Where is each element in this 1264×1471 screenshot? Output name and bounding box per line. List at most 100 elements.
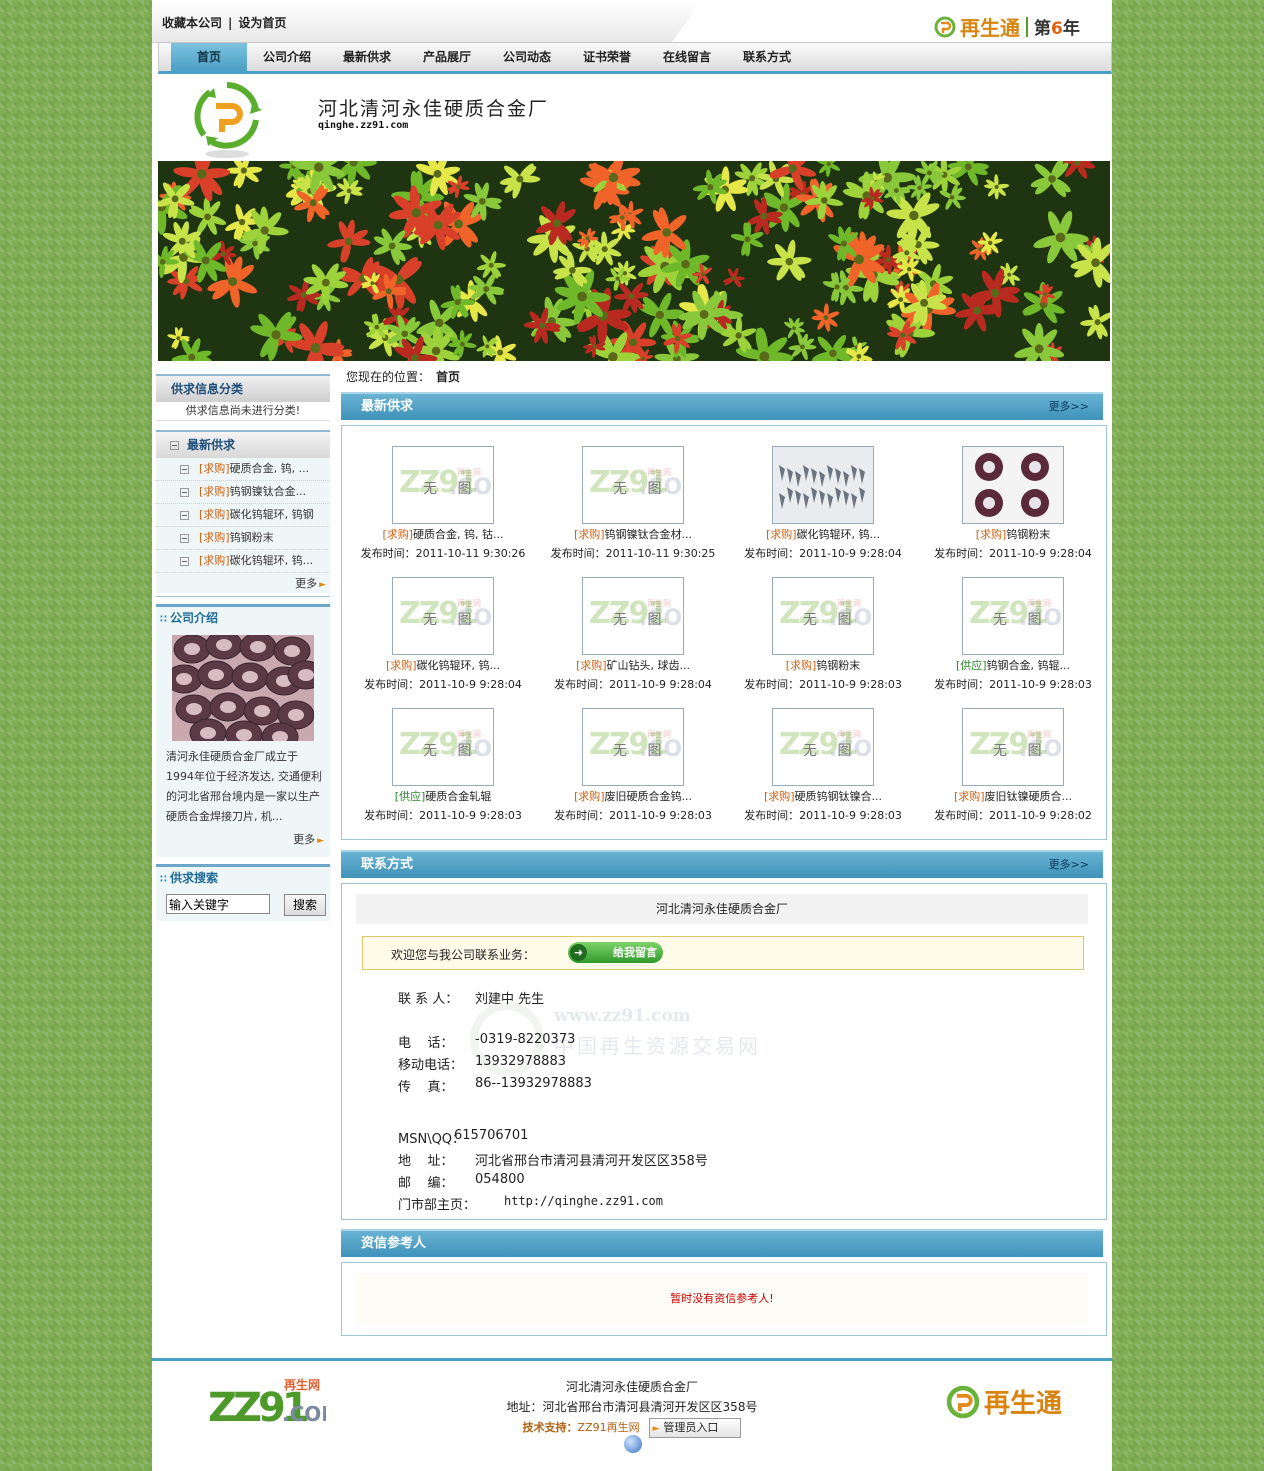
product-title[interactable]: [求购]钨钢镍钛合金材... (538, 526, 728, 542)
search-button[interactable]: 搜索 (284, 894, 326, 916)
latest-more-link[interactable]: 更多 ► (295, 577, 326, 590)
product-date: 发布时间：2011-10-9 9:28:03 (348, 807, 538, 823)
product-title[interactable]: [求购]钨钢粉末 (918, 526, 1108, 542)
item-tag: [求购] (199, 508, 230, 521)
brand-divider (1026, 16, 1028, 37)
top-bar: 收藏本公司 | 设为首页 再生通 第6年 (152, 0, 1112, 43)
contact-section-more[interactable]: 更多>> (1049, 852, 1089, 878)
zz91-watermark-small: 再生网 (647, 468, 671, 477)
intro-photo[interactable] (165, 630, 325, 752)
product-tag: [求购] (573, 790, 605, 803)
recycle-logo-icon (934, 16, 956, 37)
watermark-text: 中国再生资源交易网 (554, 1034, 761, 1058)
contact-section-title: 联系方式 (361, 857, 414, 872)
nav-item-4[interactable]: 公司动态 (487, 43, 567, 71)
contact-value[interactable]: http://qinghe.zz91.com (504, 1194, 663, 1208)
date-label: 发布时间： (364, 809, 420, 822)
product-title[interactable]: [供应]硬质合金轧辊 (348, 788, 538, 804)
product-thumbnail[interactable]: ZZ91.COM再生网无 图 (392, 446, 494, 524)
product-date: 发布时间：2011-10-9 9:28:03 (538, 807, 728, 823)
date-label: 发布时间： (934, 809, 990, 822)
intro-title: 公司介绍 (169, 611, 218, 625)
favorite-link[interactable]: 收藏本公司 (162, 16, 222, 30)
zz91-watermark-small: 再生网 (1027, 599, 1051, 608)
recycle-logo-icon (194, 82, 262, 158)
product-thumbnail[interactable]: ZZ91.COM再生网无 图 (772, 577, 874, 655)
product-thumbnail[interactable] (772, 446, 874, 524)
date-label: 发布时间： (360, 547, 416, 560)
date-label: 发布时间： (744, 547, 800, 560)
sidebar-latest-item[interactable]: [求购]钨钢镍钛合金... (156, 481, 330, 504)
product-card: ZZ91.COM再生网无 图 [求购]废旧硬质合金钨... 发布时间：2011-10… (538, 696, 728, 824)
product-title[interactable]: [求购]碳化钨辊环, 钨... (728, 526, 918, 542)
zz91-watermark-small: 再生网 (647, 730, 671, 739)
product-thumbnail[interactable]: ZZ91.COM再生网无 图 (582, 577, 684, 655)
company-url[interactable]: qinghe.zz91.com (318, 120, 408, 131)
intro-more-link[interactable]: 更多 ► (293, 833, 324, 846)
product-thumbnail[interactable]: ZZ91.COM再生网无 图 (392, 708, 494, 786)
sidebar-latest-item[interactable]: [求购]碳化钨辊环, 钨... (156, 550, 330, 573)
product-thumbnail[interactable] (962, 446, 1064, 524)
product-thumbnail[interactable]: ZZ91.COM再生网无 图 (582, 708, 684, 786)
leave-message-button[interactable]: ➜ 给我留言 (568, 942, 663, 963)
product-title[interactable]: [求购]碳化钨辊环, 钨... (348, 657, 538, 673)
nav-item-0[interactable]: 首页 (171, 43, 247, 71)
product-thumbnail[interactable]: ZZ91.COM再生网无 图 (582, 446, 684, 524)
product-thumbnail[interactable]: ZZ91.COM再生网无 图 (962, 577, 1064, 655)
product-thumbnail[interactable]: ZZ91.COM再生网无 图 (962, 708, 1064, 786)
product-title[interactable]: [供应]钨钢合金, 钨辊... (918, 657, 1108, 673)
footer-brand[interactable]: 再生通 (946, 1383, 1062, 1420)
brand-name[interactable]: 再生通 (960, 12, 1020, 41)
product-card: [求购]钨钢粉末 发布时间：2011-10-9 9:28:04 (918, 434, 1108, 562)
product-title[interactable]: [求购]废旧钛镍硬质合... (918, 788, 1108, 804)
product-title[interactable]: [求购]硬质钨钢钛镍合... (728, 788, 918, 804)
product-title-text: 矿山钻头, 球齿... (606, 659, 691, 672)
nav-item-2[interactable]: 最新供求 (327, 43, 407, 71)
product-thumbnail[interactable]: ZZ91.COM再生网无 图 (772, 708, 874, 786)
collapse-icon[interactable] (170, 441, 179, 450)
product-title-text: 钨钢镍钛合金材... (604, 528, 693, 541)
search-input[interactable] (166, 894, 270, 914)
bullet-icon (180, 510, 189, 520)
date-value: 2011-10-9 9:28:03 (419, 809, 522, 822)
product-thumbnail[interactable]: ZZ91.COM再生网无 图 (392, 577, 494, 655)
product-tag: [求购] (975, 528, 1007, 541)
banner-flowers-image (158, 161, 1110, 361)
product-title[interactable]: [求购]废旧硬质合金钨... (538, 788, 728, 804)
search-title: 供求搜索 (169, 871, 218, 885)
membership-year: 第6年 (1034, 14, 1080, 39)
product-title[interactable]: [求购]矿山钻头, 球齿... (538, 657, 728, 673)
nav-item-1[interactable]: 公司介绍 (247, 43, 327, 71)
globe-icon (624, 1435, 642, 1453)
contact-section-header: 联系方式 更多>> (341, 850, 1103, 878)
breadcrumb-current[interactable]: 首页 (436, 370, 460, 384)
item-tag: [求购] (199, 485, 230, 498)
sidebar-latest-item[interactable]: [求购]钨钢粉末 (156, 527, 330, 550)
latest-section-more[interactable]: 更多>> (1049, 394, 1089, 420)
nav-item-5[interactable]: 证书荣誉 (567, 43, 647, 71)
nav-item-7[interactable]: 联系方式 (727, 43, 807, 71)
product-title-text: 硬质合金, 钨, 钴... (413, 528, 504, 541)
product-card: ZZ91.COM再生网无 图[供应]硬质合金轧辊发布时间：2011-10-9 9… (348, 696, 538, 824)
product-title[interactable]: [求购]硬质合金, 钨, 钴... (348, 526, 538, 542)
contact-label: 电 话： (398, 1036, 454, 1051)
breadcrumb: 您现在的位置： 首页 (346, 368, 460, 385)
zz91-watermark-small: 再生网 (457, 468, 481, 477)
no-image-text: 无 图 (423, 743, 480, 759)
intro-box: ∷ 公司介绍 清河永佳硬质合金厂成立于1994年位于经济发达, 交通便利的河北省邢… (156, 604, 330, 857)
nav-item-3[interactable]: 产品展厅 (407, 43, 487, 71)
support-link[interactable]: ZZ91再生网 (578, 1421, 640, 1434)
product-title[interactable]: [求购]钨钢粉末 (728, 657, 918, 673)
sidebar-latest-item[interactable]: [求购]碳化钨辊环, 钨钢 (156, 504, 330, 527)
nav-item-6[interactable]: 在线留言 (647, 43, 727, 71)
date-value: 2011-10-11 9:30:26 (415, 547, 526, 560)
company-logo (192, 80, 262, 163)
welcome-text: 欢迎您与我公司联系业务： (391, 948, 536, 962)
more-arrow-icon: ► (317, 836, 324, 846)
contact-label: 传 真： (398, 1080, 454, 1095)
sidebar-latest-item[interactable]: [求购]硬质合金, 钨, ... (156, 458, 330, 481)
admin-login-button[interactable]: ► 管理员入口 (649, 1417, 742, 1438)
product-date: 发布时间：2011-10-9 9:28:03 (728, 807, 918, 823)
date-label: 发布时间： (364, 678, 420, 691)
set-home-link[interactable]: 设为首页 (238, 16, 286, 30)
